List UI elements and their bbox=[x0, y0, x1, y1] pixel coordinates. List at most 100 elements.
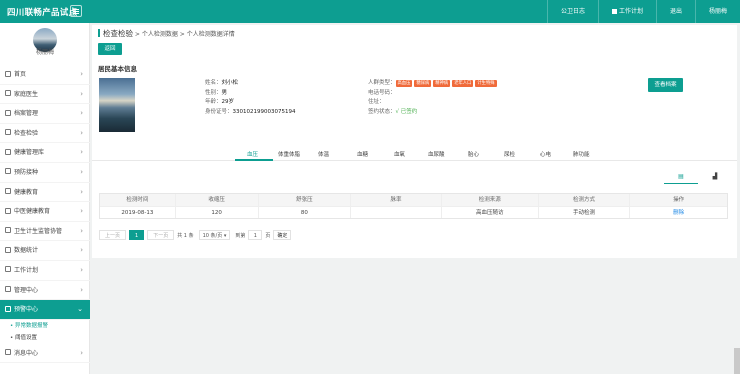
address-label: 住址： bbox=[368, 99, 385, 105]
tab-blood-pressure[interactable]: 血压 bbox=[247, 150, 258, 158]
prev-page-button[interactable]: 上一页 bbox=[99, 230, 127, 240]
user-menu[interactable]: 杨丽梅 bbox=[694, 0, 740, 23]
list-view-button[interactable]: ▤ bbox=[664, 170, 698, 184]
tab-fetal-heart[interactable]: 胎心 bbox=[468, 150, 479, 158]
resident-gender: 男 bbox=[221, 89, 228, 96]
book-icon bbox=[5, 188, 11, 195]
chevron-right-icon: › bbox=[80, 285, 83, 294]
data-table: 检测时间 收缩压 舒张压 脉率 检测来源 检测方式 操作 2019-08-13 … bbox=[99, 193, 728, 219]
cell-diastolic: 80 bbox=[259, 207, 352, 218]
calendar-icon bbox=[611, 8, 617, 14]
chart-icon bbox=[5, 246, 11, 253]
syringe-icon bbox=[5, 168, 11, 175]
sidebar-item-label: 首页 bbox=[14, 71, 27, 78]
breadcrumb-level2[interactable]: 个人检测数据 bbox=[142, 31, 178, 38]
cell-time: 2019-08-13 bbox=[100, 207, 176, 218]
cell-action: 删除 bbox=[630, 207, 727, 218]
tag-hypertension: 高血压 bbox=[395, 79, 413, 87]
breadcrumb-root[interactable]: 检查检验 bbox=[103, 29, 133, 38]
phone-label: 电话号码： bbox=[368, 89, 396, 96]
table-header-row: 检测时间 收缩压 舒张压 脉率 检测来源 检测方式 操作 bbox=[100, 194, 727, 206]
shield-icon bbox=[5, 227, 11, 234]
sidebar-item-tcm-edu[interactable]: 中医健康教育 › bbox=[0, 202, 90, 222]
sidebar-item-label: 管理中心 bbox=[14, 286, 39, 294]
sidebar-item-home[interactable]: 首页 › bbox=[0, 65, 90, 85]
sidebar-item-alert-center[interactable]: 预警中心 ⌄ bbox=[0, 300, 90, 320]
type-label: 人群类型： bbox=[368, 80, 396, 86]
sidebar-item-label: 预防接种 bbox=[14, 168, 39, 176]
tab-temperature[interactable]: 体温 bbox=[318, 150, 329, 158]
doctor-icon bbox=[5, 90, 11, 97]
sign-label: 签约状态： bbox=[368, 108, 396, 115]
menu-toggle-icon[interactable] bbox=[70, 5, 82, 17]
view-archive-button[interactable]: 查看档案 bbox=[648, 78, 683, 92]
chevron-right-icon: › bbox=[80, 246, 83, 255]
submenu-item-abnormal-alert[interactable]: • 异常数据报警 bbox=[0, 320, 90, 332]
tag-mental: 精神病 bbox=[433, 79, 451, 87]
scrollbar[interactable] bbox=[734, 348, 740, 374]
alert-icon bbox=[5, 305, 11, 312]
chevron-right-icon: › bbox=[80, 207, 83, 216]
sidebar-item-inspection[interactable]: 检查检验 › bbox=[0, 124, 90, 144]
sidebar-item-supervision[interactable]: 卫生计生监管协管 › bbox=[0, 222, 90, 242]
col-header-time: 检测时间 bbox=[100, 194, 176, 206]
tab-blood-glucose[interactable]: 血糖 bbox=[357, 150, 368, 158]
heart-icon bbox=[5, 148, 11, 155]
chevron-right-icon: › bbox=[80, 167, 83, 176]
sidebar-item-vaccination[interactable]: 预防接种 › bbox=[0, 163, 90, 183]
page-size-select[interactable]: 10 条/页 ▾ bbox=[198, 230, 231, 240]
resident-basic-info: 姓名：刘小松 性别：男 年龄：29岁 身份证号：3301021990030751… bbox=[205, 79, 296, 117]
work-plan-link[interactable]: 工作计划 bbox=[597, 0, 656, 23]
active-tab-indicator bbox=[235, 159, 273, 161]
chevron-right-icon: › bbox=[80, 148, 83, 157]
age-label: 年龄： bbox=[205, 99, 222, 105]
tab-lung-function[interactable]: 肺功能 bbox=[573, 150, 590, 158]
col-header-method: 检测方式 bbox=[539, 194, 631, 206]
id-label: 身份证号： bbox=[205, 108, 233, 115]
log-link[interactable]: 公卫日志 bbox=[546, 0, 598, 23]
sidebar-item-label: 预警中心 bbox=[14, 306, 39, 314]
resident-photo bbox=[99, 78, 135, 132]
tab-uric-acid[interactable]: 血尿酸 bbox=[428, 150, 445, 158]
sidebar-item-statistics[interactable]: 数据统计 › bbox=[0, 241, 90, 261]
delete-link[interactable]: 删除 bbox=[673, 210, 684, 216]
sidebar-item-label: 档案管理 bbox=[14, 110, 39, 118]
sidebar-item-records[interactable]: 档案管理 › bbox=[0, 104, 90, 124]
chevron-right-icon: › bbox=[80, 70, 83, 78]
page-1-button[interactable]: 1 bbox=[129, 230, 145, 240]
tab-blood-oxygen[interactable]: 血氧 bbox=[394, 150, 405, 158]
cell-systolic: 120 bbox=[176, 207, 259, 218]
sidebar-item-label: 工作计划 bbox=[14, 266, 39, 274]
message-icon bbox=[5, 349, 11, 356]
page-size-value: 10 条/页 bbox=[202, 233, 223, 239]
logout-link[interactable]: 退出 bbox=[655, 0, 695, 23]
tab-weight-fat[interactable]: 体重体脂 bbox=[278, 150, 300, 158]
sidebar-item-work-plan[interactable]: 工作计划 › bbox=[0, 261, 90, 281]
sidebar-item-health-mgmt[interactable]: 健康管理库 › bbox=[0, 143, 90, 163]
tab-ecg[interactable]: 心电 bbox=[540, 150, 551, 158]
tab-urine-test[interactable]: 尿检 bbox=[504, 150, 515, 158]
top-bar: 四川联畅产品试点 公卫日志 工作计划 退出 杨丽梅 bbox=[0, 0, 740, 23]
main-panel: 检查检验 > 个人检测数据 > 个人检测数据详情 返回 居民基本信息 姓名：刘小… bbox=[92, 25, 737, 258]
chevron-right-icon: › bbox=[80, 348, 83, 357]
chevron-right-icon: › bbox=[80, 128, 83, 137]
chevron-right-icon: › bbox=[80, 265, 83, 274]
sidebar-item-label: 家庭医生 bbox=[14, 90, 39, 98]
chevron-down-icon: ⌄ bbox=[77, 305, 83, 314]
chart-view-button[interactable]: ▟ bbox=[698, 170, 732, 184]
goto-confirm-button[interactable]: 确定 bbox=[273, 230, 292, 240]
tag-elderly: 老年人口 bbox=[452, 79, 474, 87]
sidebar-item-management[interactable]: 管理中心 › bbox=[0, 281, 90, 301]
breadcrumb: 检查检验 > 个人检测数据 > 个人检测数据详情 bbox=[98, 29, 235, 39]
gender-label: 性别： bbox=[205, 89, 222, 96]
next-page-button[interactable]: 下一页 bbox=[147, 230, 175, 240]
sidebar-item-messages[interactable]: 消息中心 › bbox=[0, 344, 90, 364]
sidebar-item-family-doctor[interactable]: 家庭医生 › bbox=[0, 85, 90, 105]
submenu-item-threshold[interactable]: • 阈值设置 bbox=[0, 332, 90, 344]
goto-page-input[interactable]: 1 bbox=[248, 230, 263, 240]
sidebar-item-label: 数据统计 bbox=[14, 247, 39, 255]
sidebar-item-health-edu[interactable]: 健康教育 › bbox=[0, 183, 90, 203]
back-button[interactable]: 返回 bbox=[98, 43, 122, 55]
list-icon: ▤ bbox=[678, 173, 684, 180]
breadcrumb-marker bbox=[98, 29, 100, 37]
